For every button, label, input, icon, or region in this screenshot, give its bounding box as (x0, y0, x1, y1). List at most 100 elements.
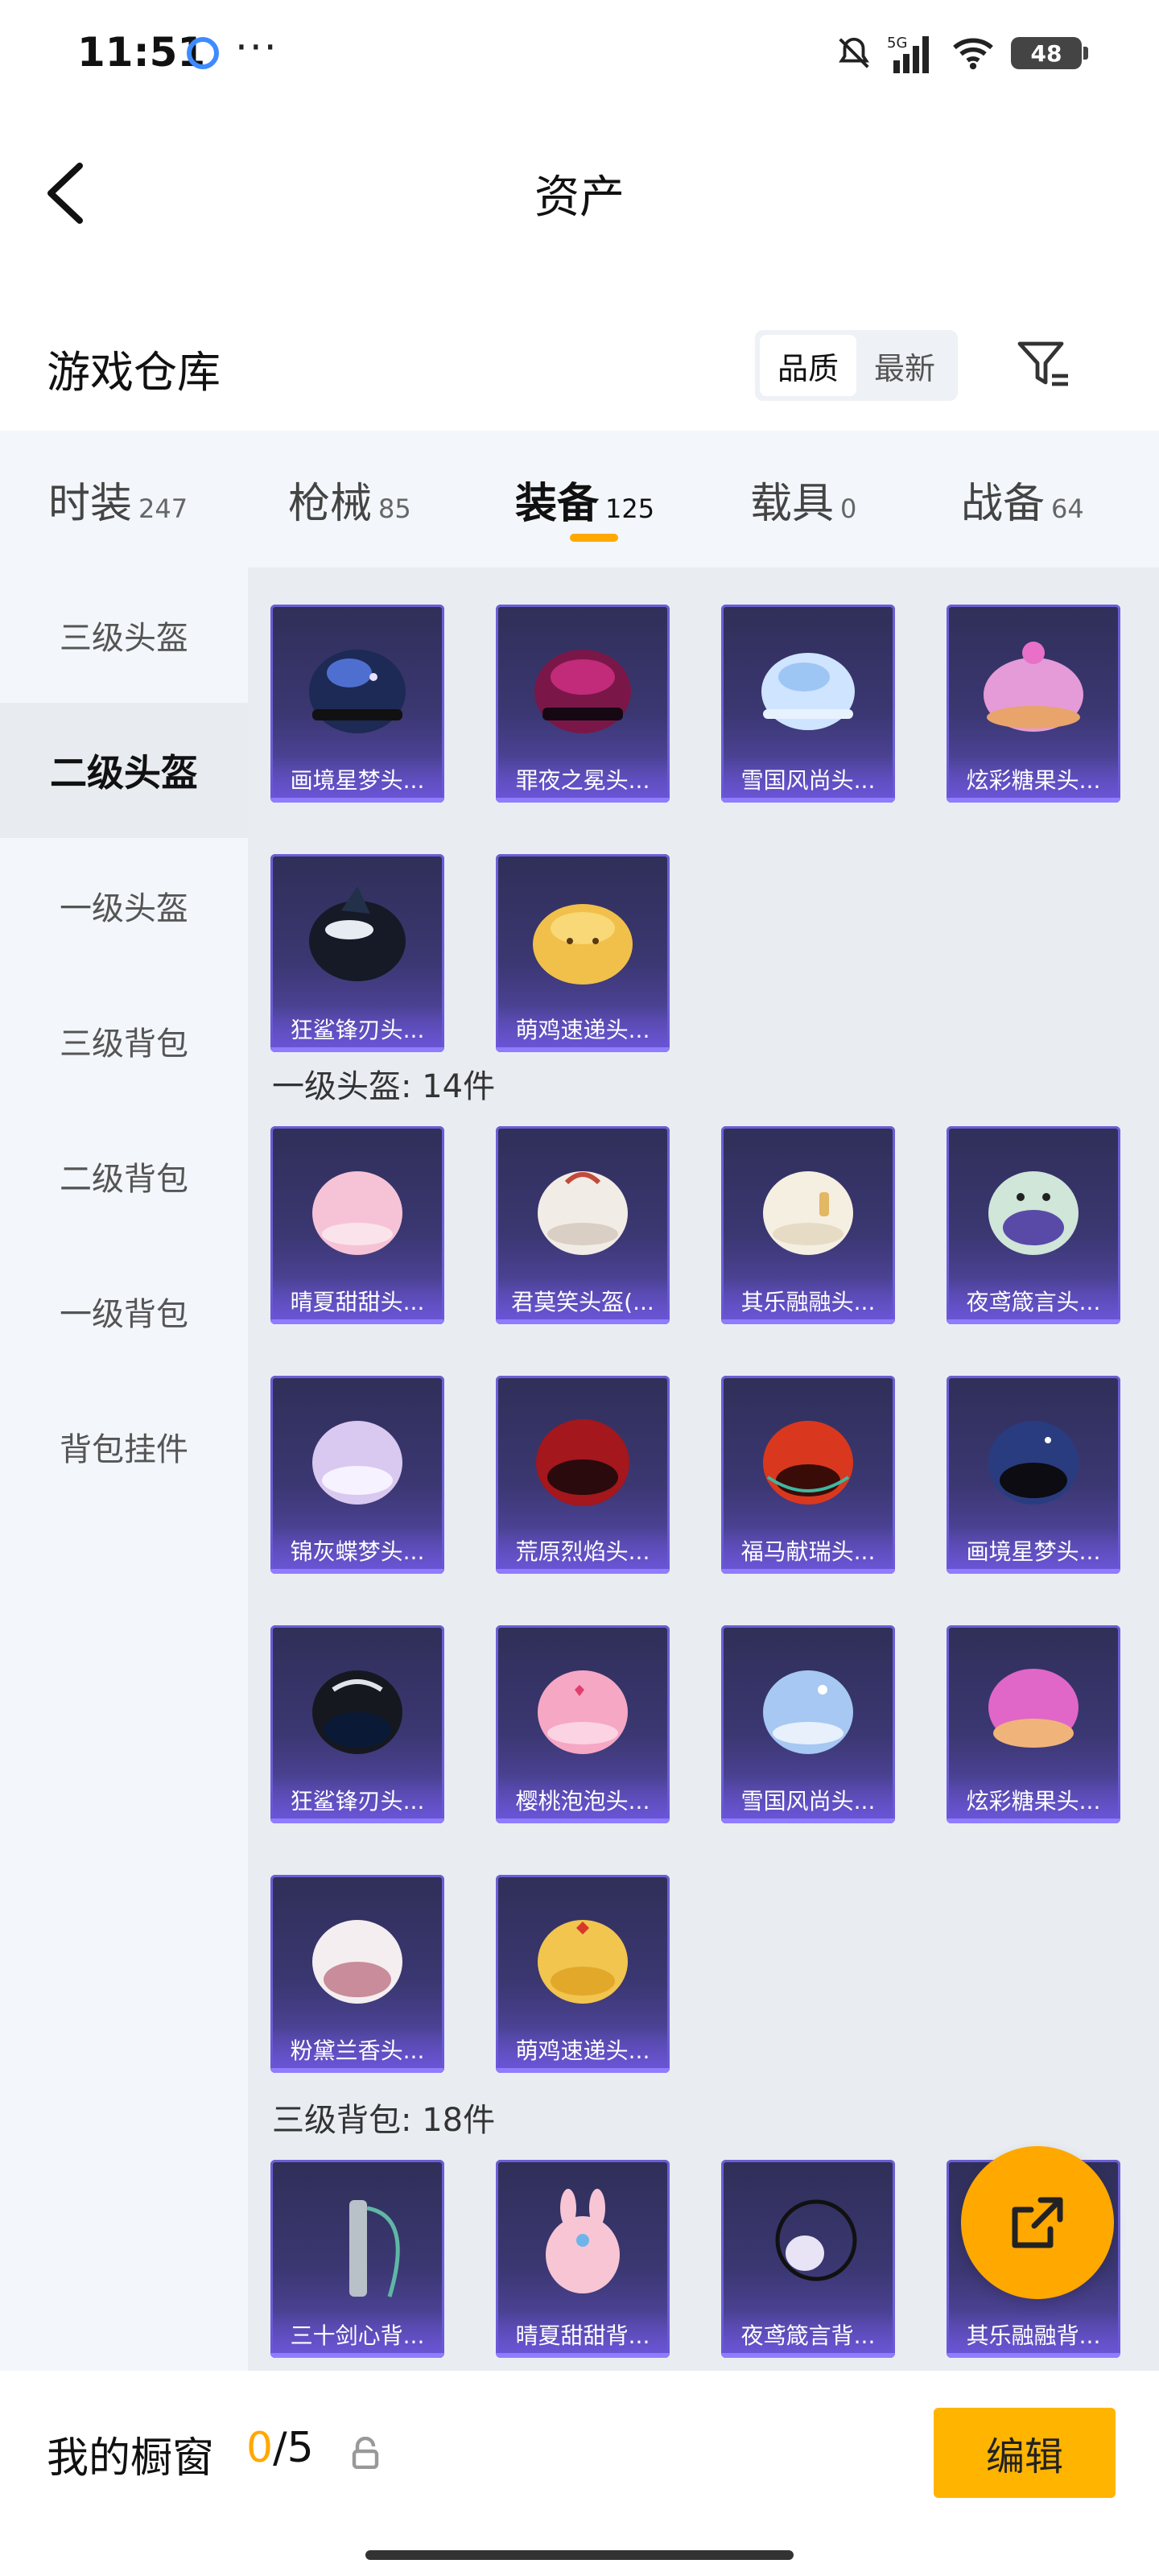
item-name: 三十剑心背... (270, 2311, 444, 2358)
helmet-image (312, 1920, 402, 2004)
battery-icon: 48 (1011, 37, 1088, 69)
quality-strip (270, 1569, 444, 1574)
quality-strip (721, 2353, 895, 2358)
helmet-image (538, 1920, 628, 2004)
item-card[interactable]: 萌鸡速递头... (496, 1875, 670, 2073)
wifi-icon (950, 35, 996, 72)
helmet-image (538, 1171, 628, 1255)
network-label: 5G (887, 35, 907, 52)
showcase-bar: 我的橱窗 0/5 编辑 (0, 2371, 1159, 2532)
showcase-total: /5 (273, 2424, 314, 2472)
filter-icon (1017, 341, 1068, 386)
sort-toggle: 品质 最新 (755, 330, 958, 401)
item-name: 炫彩糖果头... (947, 756, 1120, 803)
share-icon (1012, 2197, 1063, 2248)
sidebar-item-backpack-charm[interactable]: 背包挂件 (0, 1379, 248, 1514)
item-name: 萌鸡速递头... (496, 2026, 670, 2073)
helmet-image (309, 650, 406, 733)
quality-strip (270, 1047, 444, 1052)
quality-strip (496, 2353, 670, 2358)
app-notification-icon (187, 37, 219, 69)
sort-quality-button[interactable]: 品质 (760, 335, 856, 396)
home-indicator[interactable] (365, 2550, 794, 2560)
item-card[interactable]: 萌鸡速递头... (496, 854, 670, 1052)
filter-button[interactable] (1011, 333, 1075, 398)
sort-newest-button[interactable]: 最新 (856, 335, 953, 396)
tab-firearms[interactable]: 枪械 85 (288, 469, 411, 530)
backpack-image (546, 2189, 620, 2293)
lock-icon (352, 2437, 379, 2469)
helmet-image (761, 653, 855, 730)
sidebar-item-level1-helmet[interactable]: 一级头盔 (0, 838, 248, 973)
quality-strip (496, 1319, 670, 1324)
edit-button[interactable]: 编辑 (934, 2408, 1116, 2498)
sidebar-item-level3-backpack[interactable]: 三级背包 (0, 973, 248, 1108)
tab-label: 时装 (48, 480, 133, 528)
item-card[interactable]: 晴夏甜甜头... (270, 1126, 444, 1324)
item-card[interactable]: 锦灰蝶梦头... (270, 1376, 444, 1574)
item-card[interactable]: 罪夜之冕头... (496, 605, 670, 803)
section-label-level1-helmet: 一级头盔: 14件 (272, 1068, 496, 1105)
helmet-image (763, 1171, 853, 1255)
tab-fashion[interactable]: 时装 247 (48, 469, 188, 530)
quality-strip (721, 798, 895, 803)
share-button[interactable] (961, 2146, 1114, 2299)
warehouse-header: 游戏仓库 品质 最新 (0, 306, 1159, 427)
item-card[interactable]: 狂鲨锋刃头... (270, 854, 444, 1052)
item-name: 其乐融融背... (947, 2311, 1120, 2358)
helmet-image (312, 1171, 402, 1255)
item-name: 荒原烈焰头... (496, 1527, 670, 1574)
quality-strip (496, 2068, 670, 2073)
item-name: 狂鲨锋刃头... (270, 1005, 444, 1052)
item-card[interactable]: 雪国风尚头... (721, 605, 895, 803)
item-card[interactable]: 夜鸢箴言背... (721, 2160, 895, 2358)
item-card[interactable]: 夜鸢箴言头... (947, 1126, 1120, 1324)
quality-strip (947, 2353, 1120, 2358)
sidebar-item-level2-backpack[interactable]: 二级背包 (0, 1108, 248, 1244)
quality-strip (270, 1818, 444, 1823)
item-grid: 画境星梦头... 罪夜之冕头... 雪国风尚头... 炫彩糖果头... 狂鲨锋刃… (248, 568, 1159, 2371)
tab-equipment[interactable]: 装备 125 (515, 469, 654, 530)
item-card[interactable]: 炫彩糖果头... (947, 1625, 1120, 1823)
tab-supplies[interactable]: 战备 64 (961, 469, 1084, 530)
helmet-image (534, 650, 631, 733)
item-card[interactable]: 狂鲨锋刃头... (270, 1625, 444, 1823)
backpack-image (775, 2199, 857, 2281)
item-name: 萌鸡速递头... (496, 1005, 670, 1052)
helmet-image (536, 1419, 629, 1506)
item-name: 粉黛兰香头... (270, 2026, 444, 2073)
item-card[interactable]: 樱桃泡泡头... (496, 1625, 670, 1823)
item-card[interactable]: 画境星梦头... (947, 1376, 1120, 1574)
mute-icon (835, 35, 872, 72)
item-card[interactable]: 三十剑心背... (270, 2160, 444, 2358)
item-card[interactable]: 雪国风尚头... (721, 1625, 895, 1823)
sidebar-item-level1-backpack[interactable]: 一级背包 (0, 1244, 248, 1379)
item-card[interactable]: 其乐融融头... (721, 1126, 895, 1324)
helmet-image (988, 1171, 1079, 1255)
item-name: 君莫笑头盔(... (496, 1278, 670, 1324)
quality-strip (947, 1319, 1120, 1324)
item-card[interactable]: 荒原烈焰头... (496, 1376, 670, 1574)
item-card[interactable]: 晴夏甜甜背... (496, 2160, 670, 2358)
quality-strip (270, 2353, 444, 2358)
tab-count: 0 (840, 493, 857, 524)
item-name: 夜鸢箴言头... (947, 1278, 1120, 1324)
item-card[interactable]: 粉黛兰香头... (270, 1875, 444, 2073)
item-name: 罪夜之冕头... (496, 756, 670, 803)
sidebar-item-level3-helmet[interactable]: 三级头盔 (0, 568, 248, 703)
item-card[interactable]: 君莫笑头盔(... (496, 1126, 670, 1324)
helmet-image (988, 1669, 1079, 1748)
item-card[interactable]: 福马献瑞头... (721, 1376, 895, 1574)
quality-strip (270, 1319, 444, 1324)
item-card[interactable]: 画境星梦头... (270, 605, 444, 803)
tab-count: 247 (138, 493, 188, 524)
helmet-image (984, 642, 1083, 732)
tab-vehicles[interactable]: 载具 0 (750, 469, 856, 530)
tab-label: 枪械 (288, 480, 373, 528)
item-card[interactable]: 炫彩糖果头... (947, 605, 1120, 803)
item-name: 夜鸢箴言背... (721, 2311, 895, 2358)
tab-count: 85 (378, 493, 411, 524)
sidebar-item-level2-helmet[interactable]: 二级头盔 (0, 703, 248, 838)
item-name: 炫彩糖果头... (947, 1777, 1120, 1823)
item-name: 晴夏甜甜头... (270, 1278, 444, 1324)
